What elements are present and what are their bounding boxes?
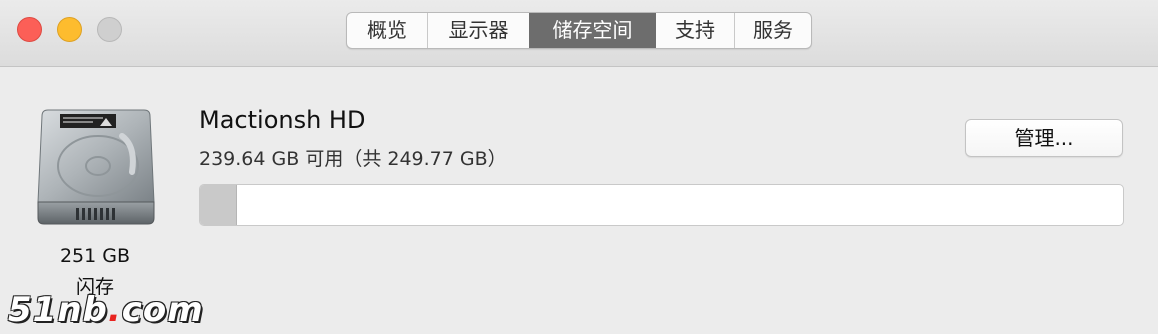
tab-storage[interactable]: 储存空间 bbox=[529, 13, 655, 48]
close-button[interactable] bbox=[17, 17, 42, 42]
tab-overview[interactable]: 概览 bbox=[347, 13, 427, 48]
tab-service[interactable]: 服务 bbox=[734, 13, 811, 48]
tab-support[interactable]: 支持 bbox=[655, 13, 734, 48]
manage-button[interactable]: 管理... bbox=[965, 119, 1123, 157]
disk-capacity: 251 GB bbox=[59, 245, 131, 267]
watermark-text-suffix: com bbox=[121, 290, 204, 330]
volume-name: Mactionsh HD bbox=[199, 106, 366, 134]
hard-drive-icon bbox=[37, 109, 155, 225]
storage-usage-fill bbox=[200, 185, 237, 225]
minimize-button[interactable] bbox=[57, 17, 82, 42]
volume-available: 239.64 GB 可用（共 249.77 GB） bbox=[199, 148, 507, 170]
tab-displays[interactable]: 显示器 bbox=[427, 13, 529, 48]
watermark-logo: 51nb.com bbox=[8, 290, 204, 330]
watermark-text: 51nb bbox=[8, 290, 108, 330]
tab-bar: 概览 显示器 储存空间 支持 服务 bbox=[346, 12, 812, 49]
watermark-dot: . bbox=[107, 290, 122, 330]
storage-usage-bar bbox=[199, 184, 1124, 226]
zoom-button[interactable] bbox=[97, 17, 122, 42]
title-bar: 概览 显示器 储存空间 支持 服务 bbox=[0, 0, 1158, 67]
